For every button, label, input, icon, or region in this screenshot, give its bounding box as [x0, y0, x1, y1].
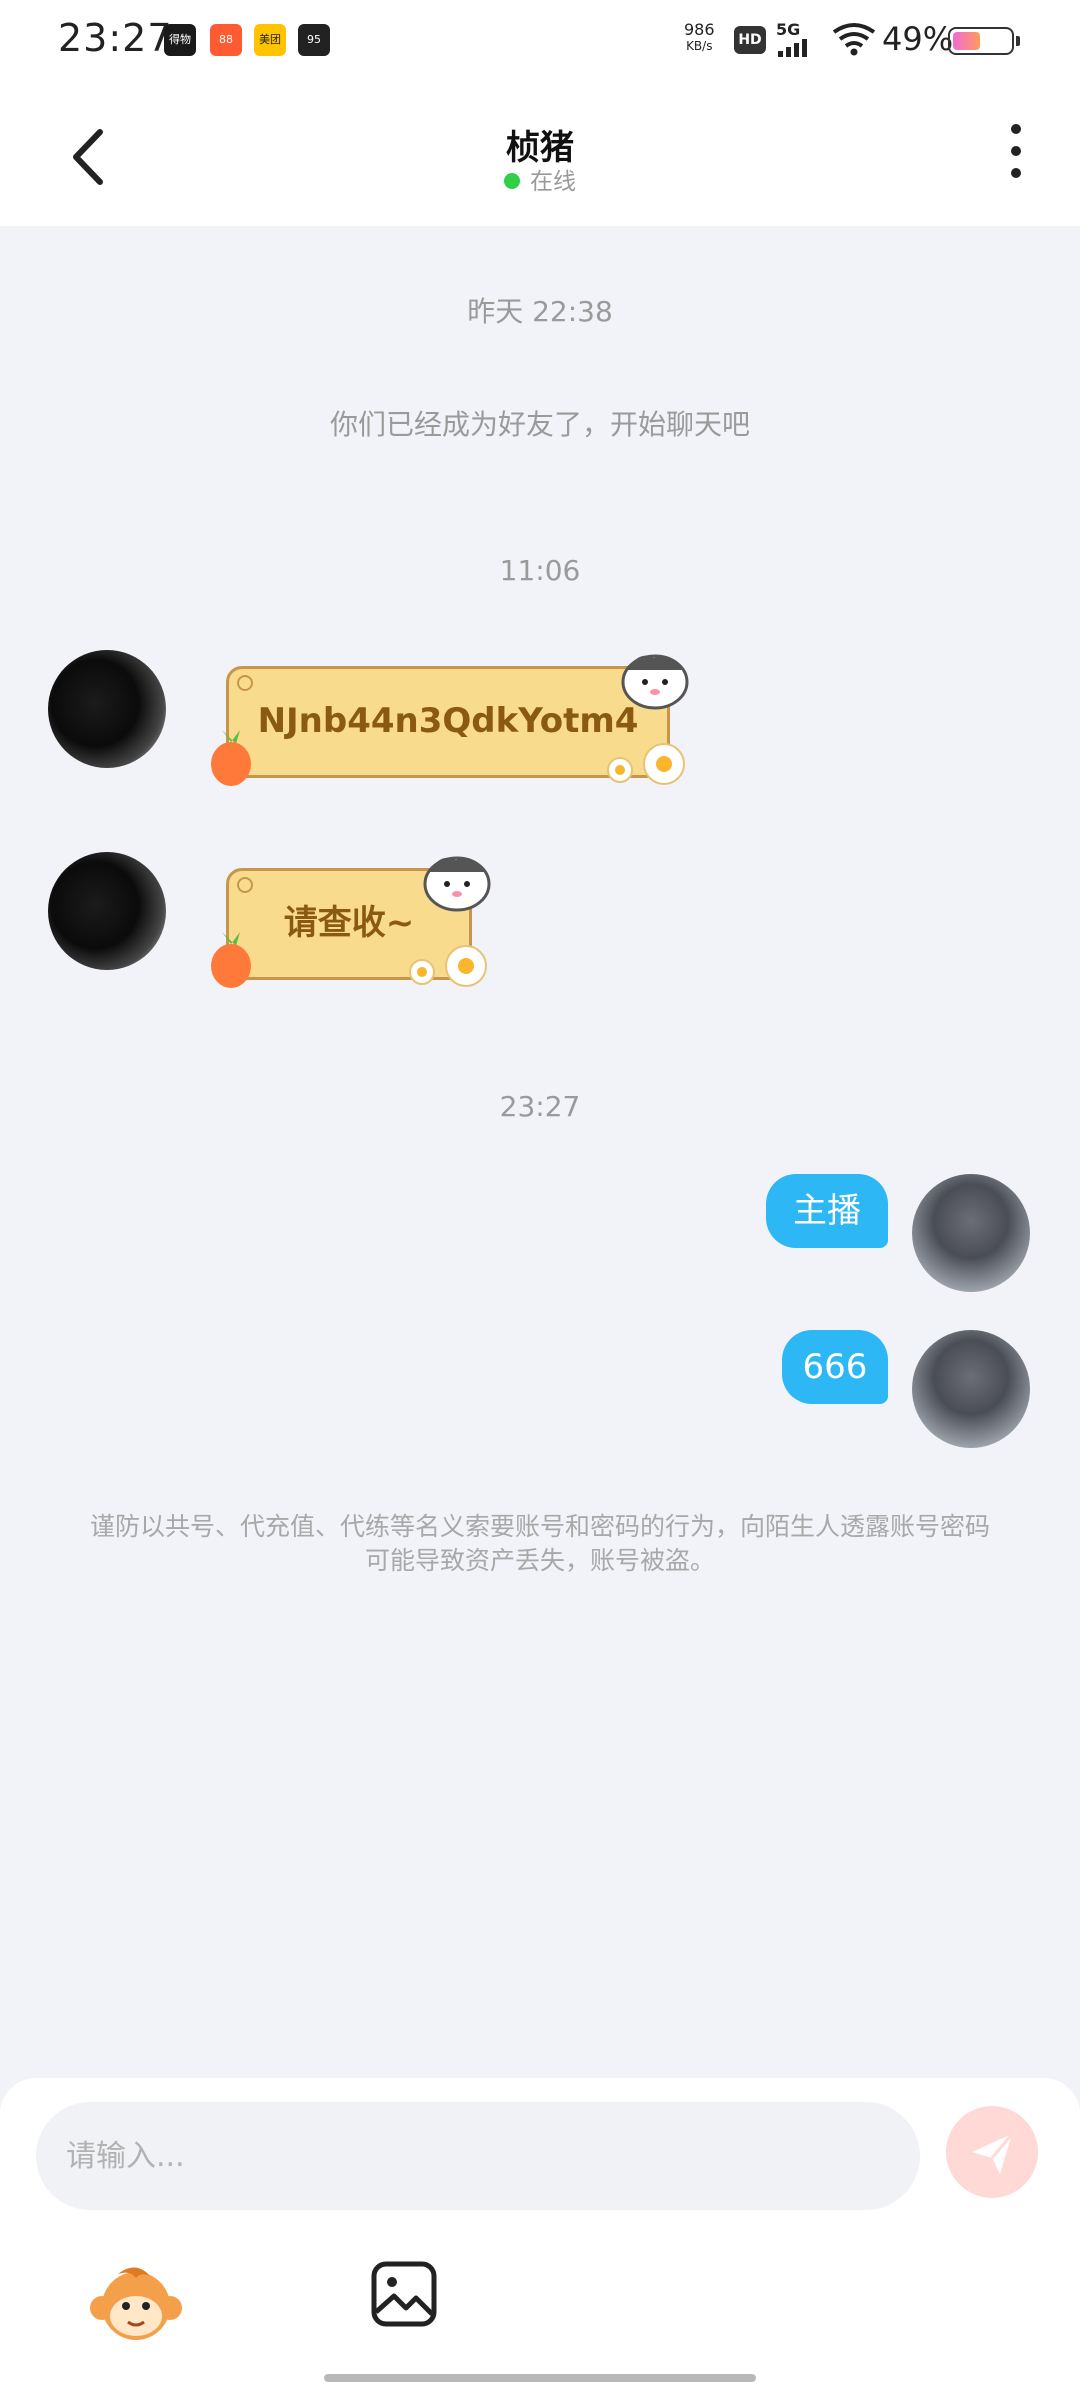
- status-bar: 23:27 得物 88 美团 95 986 KB/s HD 5G 49%: [0, 0, 1080, 80]
- hd-icon: HD: [734, 26, 766, 54]
- system-message: 你们已经成为好友了，开始聊天吧: [329, 408, 750, 441]
- carrot-sticker-icon: [211, 932, 251, 988]
- send-button[interactable]: [946, 2106, 1038, 2198]
- egg-sticker-icon: [409, 945, 487, 987]
- network-speed-unit: KB/s: [686, 39, 713, 53]
- chat-header: 桢猪 在线: [0, 80, 1080, 226]
- carrot-sticker-icon: [211, 730, 251, 786]
- send-icon: [972, 2133, 1014, 2174]
- security-warning: 谨防以共号、代充值、代练等名义索要账号和密码的行为，向陌生人透露账号密码可能导致…: [90, 1512, 991, 1575]
- message-text: NJnb44n3QdkYotm4: [257, 701, 639, 741]
- more-dot: [1011, 124, 1021, 134]
- my-message-bubble[interactable]: 主播: [766, 1174, 888, 1248]
- app-icon-meituan: 美团: [254, 24, 286, 56]
- app-icon-dewu: 得物: [164, 24, 196, 56]
- input-panel: [0, 2078, 1080, 2388]
- friend-avatar[interactable]: [48, 650, 166, 768]
- network-type: 5G: [776, 20, 801, 39]
- network-speed-value: 986: [684, 20, 715, 39]
- image-icon: [371, 2261, 437, 2327]
- message-input[interactable]: [36, 2102, 920, 2210]
- more-dot: [1011, 146, 1021, 156]
- my-avatar[interactable]: [912, 1330, 1030, 1448]
- message-text: 主播: [793, 1191, 861, 1231]
- my-message-bubble[interactable]: 666: [782, 1330, 888, 1404]
- battery-tip: [1016, 36, 1020, 46]
- message-text: 请查收~: [283, 903, 415, 943]
- timestamp: 23:27: [499, 1090, 581, 1123]
- online-status-label: 在线: [530, 169, 576, 195]
- egg-sticker-icon: [607, 743, 685, 785]
- image-button[interactable]: [370, 2260, 438, 2328]
- battery-icon: [948, 27, 1014, 55]
- more-button[interactable]: [996, 124, 1036, 194]
- monkey-emoji-icon: [90, 2267, 182, 2340]
- signal-icon: [778, 38, 810, 57]
- online-dot: [504, 172, 520, 189]
- emoji-button[interactable]: [88, 2260, 184, 2346]
- pin-icon: [237, 675, 253, 691]
- my-avatar[interactable]: [912, 1174, 1030, 1292]
- timestamp: 11:06: [499, 554, 581, 587]
- app-icon-95: 95: [298, 24, 330, 56]
- app-icon-88: 88: [210, 24, 242, 56]
- online-status: 在线: [0, 162, 1080, 196]
- cat-sticker-icon: [423, 856, 491, 912]
- status-time: 23:27: [58, 16, 173, 60]
- wifi-icon: [832, 23, 876, 56]
- timestamp: 昨天 22:38: [467, 295, 613, 328]
- battery-percent: 49%: [882, 20, 954, 58]
- home-indicator: [324, 2374, 756, 2382]
- network-speed: 986 KB/s: [684, 22, 715, 54]
- cat-sticker-icon: [621, 654, 689, 710]
- message-text: 666: [802, 1347, 868, 1387]
- more-dot: [1011, 168, 1021, 178]
- friend-avatar[interactable]: [48, 852, 166, 970]
- pin-icon: [237, 877, 253, 893]
